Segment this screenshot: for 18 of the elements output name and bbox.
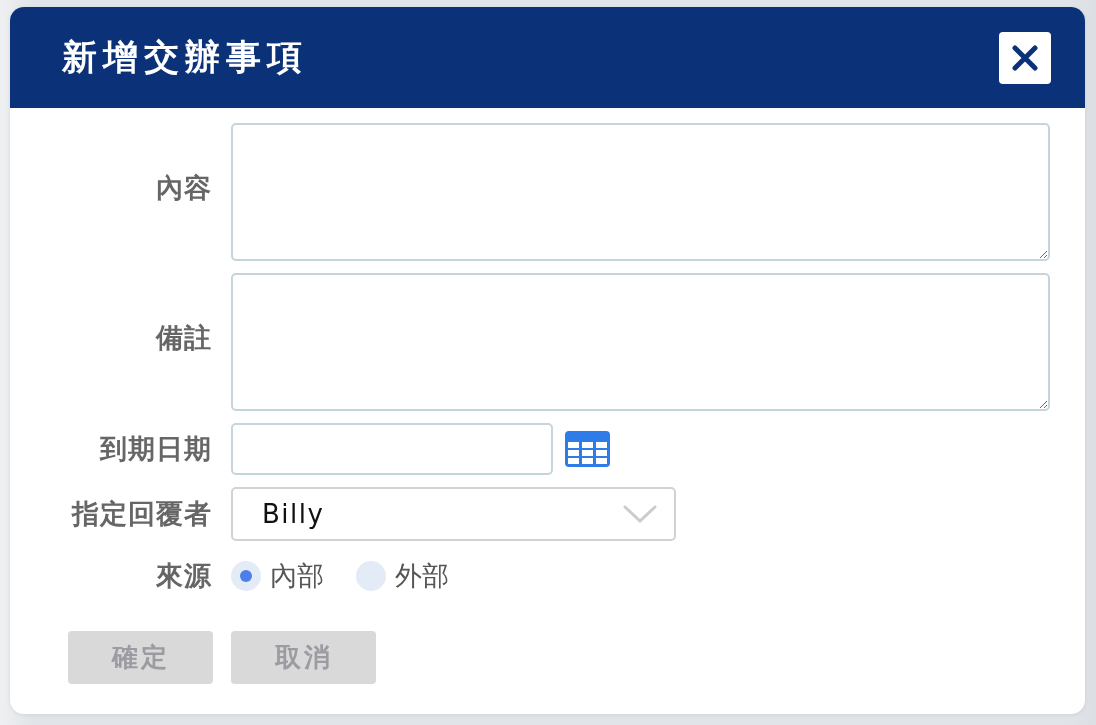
- date-field[interactable]: [231, 423, 553, 475]
- field-label: 指定回覆者: [72, 497, 212, 531]
- calendar-icon[interactable]: [565, 431, 610, 467]
- radio-button[interactable]: [231, 561, 261, 591]
- field-label: 來源: [156, 559, 212, 593]
- field-label: 備註: [156, 321, 212, 355]
- radio-label[interactable]: 內部: [270, 558, 324, 594]
- close-icon: [1012, 44, 1038, 71]
- field-label: 到期日期: [100, 432, 212, 466]
- text-area[interactable]: [231, 273, 1050, 411]
- dialog-title: 新增交辦事項: [62, 36, 308, 79]
- radio-label[interactable]: 外部: [395, 558, 449, 594]
- radio-button[interactable]: [356, 561, 386, 591]
- close-button[interactable]: [999, 31, 1051, 84]
- text-area[interactable]: [231, 123, 1050, 261]
- dropdown[interactable]: Billy: [231, 487, 676, 541]
- chevron-down-icon: [623, 505, 657, 523]
- field-label: 內容: [156, 171, 212, 205]
